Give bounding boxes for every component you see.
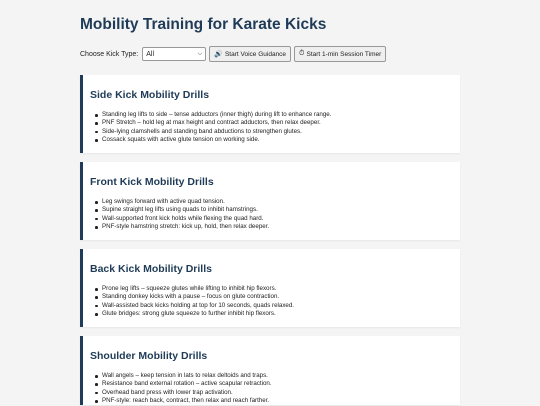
section-card-shoulder: Shoulder Mobility Drills Wall angels – k… [80, 336, 460, 405]
speaker-icon: 🔊 [214, 51, 223, 58]
list-item: PNF-style: reach back, contract, then re… [94, 397, 272, 405]
list-item: Glute bridges: strong glute squeeze to f… [94, 310, 294, 318]
section-card-front-kick: Front Kick Mobility Drills Leg swings fo… [80, 162, 460, 240]
chevron-down-icon: ⌵ [197, 50, 203, 57]
kick-type-label: Choose Kick Type: [80, 50, 139, 58]
list-item: Wall-assisted back kicks holding at top … [94, 302, 294, 310]
section-card-side-kick: Side Kick Mobility Drills Standing leg l… [80, 75, 460, 153]
list-item: Resistance band external rotation – acti… [94, 380, 272, 388]
list-item: Supine straight leg lifts using quads to… [94, 206, 269, 214]
list-item: Standing leg lifts to side – tense adduc… [94, 111, 331, 119]
section-title: Back Kick Mobility Drills [90, 263, 212, 275]
list-item: Overhead band press with lower trap acti… [94, 389, 272, 397]
list-item: PNF-style hamstring stretch: kick up, ho… [94, 223, 269, 231]
section-card-back-kick: Back Kick Mobility Drills Prone leg lift… [80, 249, 460, 327]
page-title: Mobility Training for Karate Kicks [80, 16, 327, 33]
controls-bar: Choose Kick Type: All ⌵ 🔊 Start Voice Gu… [80, 45, 389, 63]
start-session-timer-button[interactable]: ⏱ Start 1-min Session Timer [294, 46, 387, 62]
drill-list: Prone leg lifts – squeeze glutes while l… [94, 285, 294, 319]
section-title: Shoulder Mobility Drills [90, 350, 208, 362]
start-voice-guidance-button[interactable]: 🔊 Start Voice Guidance [209, 46, 292, 62]
list-item: Prone leg lifts – squeeze glutes while l… [94, 285, 294, 293]
drill-list: Leg swings forward with active quad tens… [94, 198, 269, 232]
list-item: Wall angels – keep tension in lats to re… [94, 372, 272, 380]
stopwatch-icon: ⏱ [299, 50, 305, 57]
start-session-timer-label: Start 1-min Session Timer [306, 50, 382, 58]
section-title: Side Kick Mobility Drills [90, 89, 210, 101]
start-voice-guidance-label: Start Voice Guidance [224, 50, 287, 58]
list-item: Standing donkey kicks with a pause – foc… [94, 293, 294, 301]
section-title: Front Kick Mobility Drills [90, 176, 214, 188]
list-item: Wall-supported front kick holds while fl… [94, 215, 269, 223]
kick-type-selected-value: All [146, 50, 155, 58]
kick-type-select[interactable]: All ⌵ [142, 47, 207, 61]
list-item: PNF Stretch – hold leg at max height and… [94, 119, 331, 127]
drill-list: Standing leg lifts to side – tense adduc… [94, 111, 331, 145]
drill-list: Wall angels – keep tension in lats to re… [94, 372, 272, 406]
list-item: Side-lying clamshells and standing band … [94, 128, 331, 136]
list-item: Leg swings forward with active quad tens… [94, 198, 269, 206]
list-item: Cossack squats with active glute tension… [94, 136, 331, 144]
